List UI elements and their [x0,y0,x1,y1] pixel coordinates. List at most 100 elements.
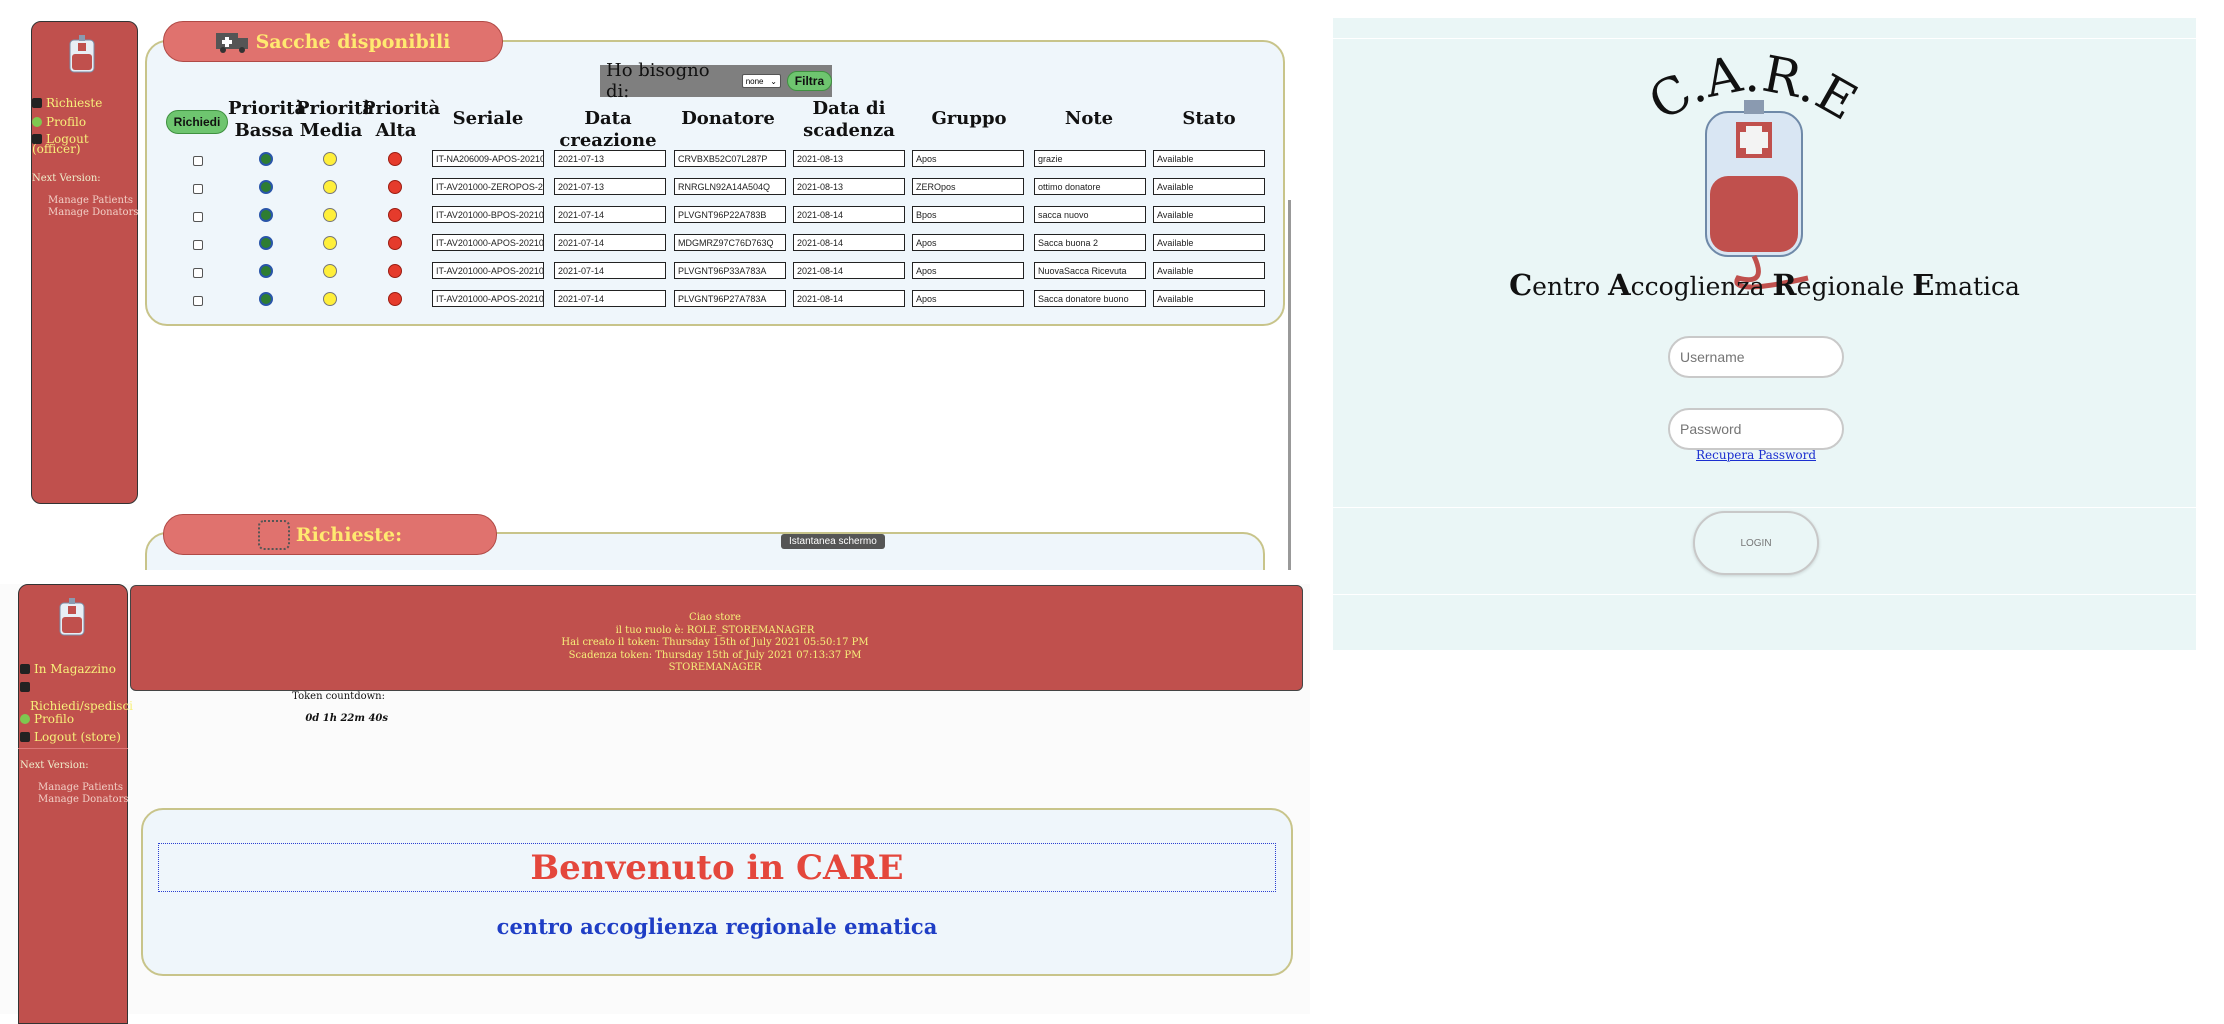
token-countdown-value: 0d 1h 22m 40s [305,713,388,724]
cell-creazione[interactable]: 2021-07-14 [554,234,666,251]
priority-medium-radio[interactable] [323,264,337,278]
filter-label: Ho bisogno di: [606,60,710,102]
cell-stato[interactable]: Available [1153,234,1265,251]
cell-scadenza[interactable]: 2021-08-14 [793,234,905,251]
priority-medium-radio[interactable] [323,180,337,194]
cell-stato[interactable]: Available [1153,262,1265,279]
cell-donatore[interactable]: MDGMRZ97C76D763Q [674,234,786,251]
cell-creazione[interactable]: 2021-07-13 [554,150,666,167]
col-header: Gruppo [931,108,1007,129]
username-input[interactable] [1668,336,1844,378]
sidebar-item-label: In Magazzino [34,662,116,676]
cell-gruppo[interactable]: Apos [912,290,1024,307]
cell-creazione[interactable]: 2021-07-14 [554,262,666,279]
brand-initial: A [1608,268,1631,302]
sidebar-item-in-magazzino[interactable]: In Magazzino [20,658,116,677]
cell-stato[interactable]: Available [1153,178,1265,195]
sidebar-item-profilo[interactable]: Profilo [20,708,74,727]
priority-high-radio[interactable] [388,292,402,306]
cell-note[interactable]: grazie [1034,150,1146,167]
sidebar-item-logout[interactable]: Logout (store) [20,726,121,745]
row-checkbox[interactable] [193,240,203,250]
row-checkbox[interactable] [193,184,203,194]
col-header: Stato [1182,108,1236,129]
next-item: Manage Donators [38,794,129,805]
cell-scadenza[interactable]: 2021-08-13 [793,178,905,195]
row-checkbox[interactable] [193,268,203,278]
sidebar-divider [18,748,128,749]
col-header: Data di scadenza [803,98,895,141]
cell-note[interactable]: sacca nuovo [1034,206,1146,223]
cell-donatore[interactable]: PLVGNT96P33A783A [674,262,786,279]
store-screen: In Magazzino Richiedi/spedisci Profilo L… [0,584,1310,1024]
cell-stato[interactable]: Available [1153,290,1265,307]
row-checkbox[interactable] [193,156,203,166]
blood-bag-logo [69,35,95,73]
tab-title: Richieste: [295,523,403,546]
priority-medium-radio[interactable] [323,208,337,222]
priority-low-radio[interactable] [259,208,273,222]
cell-donatore[interactable]: PLVGNT96P27A783A [674,290,786,307]
cell-creazione[interactable]: 2021-07-14 [554,206,666,223]
cell-note[interactable]: ottimo donatore [1034,178,1146,195]
priority-low-radio[interactable] [259,152,273,166]
password-input[interactable] [1668,408,1844,450]
cell-creazione[interactable]: 2021-07-14 [554,290,666,307]
priority-high-radio[interactable] [388,236,402,250]
priority-low-radio[interactable] [259,236,273,250]
user-info: Ciao store il tuo ruolo è: ROLE_STOREMAN… [430,612,1000,675]
cell-gruppo[interactable]: Bpos [912,206,1024,223]
login-button[interactable]: LOGIN [1693,511,1819,575]
priority-medium-radio[interactable] [323,236,337,250]
priority-low-radio[interactable] [259,264,273,278]
sidebar-item-richieste[interactable]: Richieste [32,92,102,111]
token-created: Hai creato il token: Thursday 15th of Ju… [561,637,869,648]
need-select[interactable]: none ⌄ [741,74,781,88]
ambulance-icon [215,32,248,53]
cell-scadenza[interactable]: 2021-08-14 [793,290,905,307]
cell-note[interactable]: Sacca buona 2 [1034,234,1146,251]
recover-password-link[interactable]: Recupera Password [1668,448,1844,462]
priority-high-radio[interactable] [388,264,402,278]
cell-seriale[interactable]: IT-AV201000-APOS-20210 [432,262,544,279]
cell-creazione[interactable]: 2021-07-13 [554,178,666,195]
cell-seriale[interactable]: IT-AV201000-BPOS-20210 [432,206,544,223]
cell-gruppo[interactable]: Apos [912,234,1024,251]
priority-high-radio[interactable] [388,152,402,166]
cell-donatore[interactable]: RNRGLN92A14A504Q [674,178,786,195]
cell-gruppo[interactable]: Apos [912,262,1024,279]
filtra-button[interactable]: Filtra [786,71,832,91]
sidebar-item-label: Logout (store) [34,730,121,744]
cell-seriale[interactable]: IT-AV201000-APOS-20210 [432,290,544,307]
cell-scadenza[interactable]: 2021-08-14 [793,262,905,279]
row-checkbox[interactable] [193,296,203,306]
richiedi-button[interactable]: Richiedi [166,110,228,134]
scrollbar[interactable] [1288,200,1291,572]
cell-donatore[interactable]: CRVBXB52C07L287P [674,150,786,167]
cell-gruppo[interactable]: ZEROpos [912,178,1024,195]
truck-icon [32,97,42,108]
cell-seriale[interactable]: IT-NA206009-APOS-20210 [432,150,544,167]
network-icon [257,519,290,550]
cell-seriale[interactable]: IT-AV201000-APOS-20210 [432,234,544,251]
cell-note[interactable]: NuovaSacca Ricevuta [1034,262,1146,279]
priority-medium-radio[interactable] [323,152,337,166]
cell-donatore[interactable]: PLVGNT96P22A783B [674,206,786,223]
priority-medium-radio[interactable] [323,292,337,306]
priority-low-radio[interactable] [259,180,273,194]
priority-low-radio[interactable] [259,292,273,306]
cell-scadenza[interactable]: 2021-08-14 [793,206,905,223]
cell-seriale[interactable]: IT-AV201000-ZEROPOS-20 [432,178,544,195]
priority-high-radio[interactable] [388,180,402,194]
cell-gruppo[interactable]: Apos [912,150,1024,167]
welcome-subtitle: centro accoglienza regionale ematica [496,914,938,939]
priority-high-radio[interactable] [388,208,402,222]
col-header: Priorità Media [296,98,375,141]
cell-scadenza[interactable]: 2021-08-13 [793,150,905,167]
cell-stato[interactable]: Available [1153,150,1265,167]
role-line: il tuo ruolo è: ROLE_STOREMANAGER [615,624,815,636]
row-checkbox[interactable] [193,212,203,222]
cell-note[interactable]: Sacca donatore buono [1034,290,1146,307]
brand-word: ccoglienza [1630,272,1773,301]
cell-stato[interactable]: Available [1153,206,1265,223]
